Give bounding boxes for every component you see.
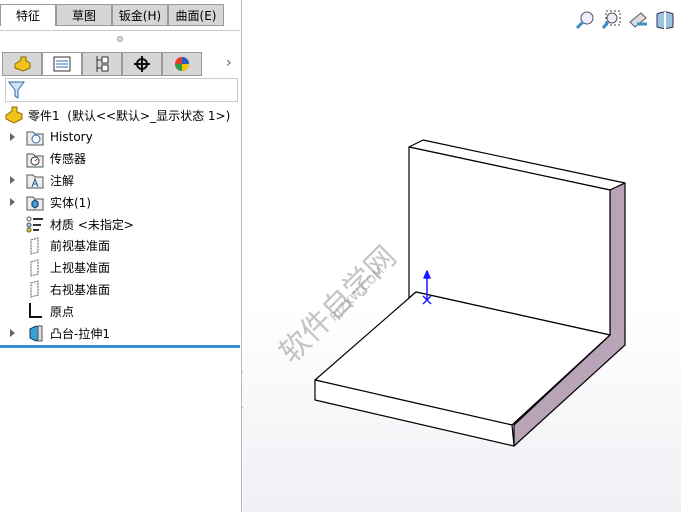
tab-sketch[interactable]: 草图 [56, 4, 112, 26]
part-root-node[interactable]: 零件1 (默认<<默认>_显示状态 1>) [4, 106, 230, 124]
tree-item-label: 右视基准面 [50, 282, 111, 297]
feature-tree: History 传感器注解实体(1) 材质 <未指定> 前视基准面上视基准面右视基准面… [0, 126, 240, 344]
model-view [314, 139, 626, 447]
tree-item[interactable]: 前视基准面 [0, 235, 240, 257]
tree-item-label: 传感器 [50, 152, 87, 167]
configurationmanager-tab[interactable] [82, 52, 122, 76]
feature-manager-panel: 特征 草图 钣金(H) 曲面(E) › 零件1 (默认<<默认>_显示状态 1>… [0, 0, 242, 512]
tree-item-label: 注解 [50, 173, 75, 188]
configuration-icon [96, 56, 109, 72]
displaymanager-tab[interactable] [162, 52, 202, 76]
command-tabs: 特征 草图 钣金(H) 曲面(E) [0, 4, 224, 26]
tree-item-label: 前视基准面 [50, 239, 111, 254]
tree-item[interactable]: 实体(1) [0, 191, 240, 213]
extrude-icon [29, 325, 43, 342]
tree-item[interactable]: 右视基准面 [0, 279, 240, 301]
tree-item-label: 上视基准面 [50, 261, 111, 276]
tree-item-label: 凸台-拉伸1 [50, 326, 110, 341]
tab-features[interactable]: 特征 [0, 4, 56, 26]
origin-icon [29, 303, 42, 319]
panel-splitter-handle[interactable] [117, 36, 123, 42]
tree-item-label: 原点 [50, 304, 75, 319]
part-icon [14, 56, 31, 72]
material-icon [26, 216, 43, 233]
filter-icon [8, 81, 25, 99]
tree-item[interactable]: 传感器 [0, 148, 240, 170]
manager-tabs [2, 52, 202, 76]
propertymanager-tab[interactable] [42, 52, 82, 76]
tree-item[interactable]: History [0, 126, 240, 148]
rollback-bar[interactable] [0, 345, 240, 348]
tab-surfaces[interactable]: 曲面(E) [168, 4, 224, 26]
tree-item[interactable]: 原点 [0, 300, 240, 322]
part-icon [5, 106, 23, 124]
divider [0, 30, 240, 31]
sensor-folder-icon [26, 153, 44, 168]
graphics-area[interactable]: 软件自学网 RJZXW.COM [243, 0, 681, 512]
part-name: 零件1 (默认<<默认>_显示状态 1>) [28, 108, 231, 123]
display-manager-icon [175, 57, 189, 71]
plane-icon [30, 259, 39, 277]
expand-arrow-icon[interactable] [10, 329, 15, 338]
chevron-right-icon[interactable]: › [226, 55, 232, 71]
expand-arrow-icon[interactable] [10, 132, 15, 141]
dimxpert-tab[interactable] [122, 52, 162, 76]
tree-item[interactable]: 注解 [0, 170, 240, 192]
plane-icon [30, 280, 39, 299]
tree-filter-input[interactable] [5, 78, 238, 102]
crosshair-icon [134, 56, 150, 72]
tree-item[interactable]: 凸台-拉伸1 [0, 322, 240, 344]
tab-sheet-metal[interactable]: 钣金(H) [112, 4, 168, 26]
featuremanager-tab[interactable] [2, 52, 42, 76]
tree-item[interactable]: 上视基准面 [0, 257, 240, 279]
tree-item-label: 实体(1) [50, 195, 91, 210]
history-folder-icon [26, 131, 44, 146]
property-list-icon [53, 56, 71, 72]
solid-bodies-folder-icon [26, 196, 44, 211]
expand-arrow-icon[interactable] [10, 176, 15, 185]
plane-icon [30, 237, 39, 255]
annotation-folder-icon [26, 174, 44, 189]
tree-item-label: 材质 <未指定> [50, 217, 134, 232]
expand-arrow-icon[interactable] [10, 198, 15, 207]
tree-item[interactable]: 材质 <未指定> [0, 213, 240, 235]
tree-item-label: History [50, 129, 93, 144]
